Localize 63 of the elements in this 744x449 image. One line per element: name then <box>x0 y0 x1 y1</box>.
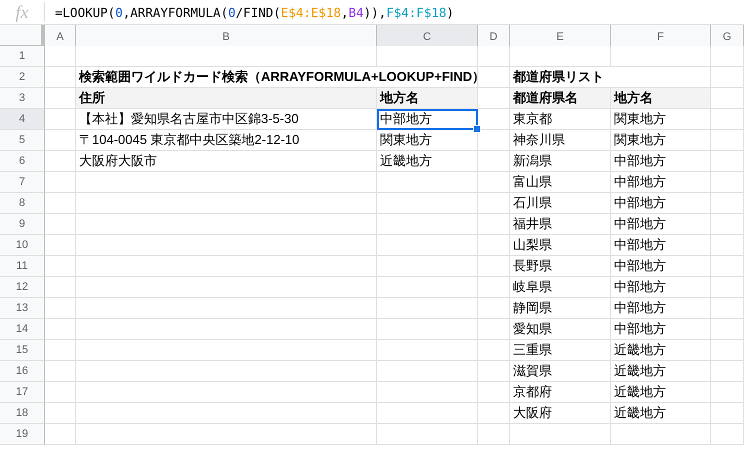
table-cell[interactable]: 中部地方 <box>611 151 711 172</box>
table-cell[interactable]: 近畿地方 <box>611 340 711 361</box>
fill-handle[interactable] <box>473 125 481 133</box>
row-header[interactable]: 2 <box>0 67 45 88</box>
header-cell[interactable]: 都道府県名 <box>510 88 611 109</box>
table-cell[interactable]: 中部地方 <box>611 319 711 340</box>
table-cell[interactable]: 新潟県 <box>510 151 611 172</box>
table-cell[interactable]: 関東地方 <box>611 130 711 151</box>
header-cell[interactable]: 住所 <box>76 88 377 109</box>
header-cell[interactable]: 地方名 <box>611 88 711 109</box>
table-cell[interactable]: 中部地方 <box>377 109 478 130</box>
table-cell[interactable]: 中部地方 <box>611 235 711 256</box>
formula-field[interactable]: =LOOKUP(0,ARRAYFORMULA(0/FIND(E$4:E$18,B4)),F$4:F$18) <box>55 4 454 20</box>
table-cell[interactable]: 中部地方 <box>611 172 711 193</box>
table-cell[interactable]: 大阪府 <box>510 403 611 424</box>
row-header[interactable]: 17 <box>0 382 45 403</box>
row-header[interactable]: 15 <box>0 340 45 361</box>
row-header[interactable]: 8 <box>0 193 45 214</box>
table-cell[interactable]: 中部地方 <box>611 298 711 319</box>
table-cell[interactable]: 富山県 <box>510 172 611 193</box>
row-header[interactable]: 14 <box>0 319 45 340</box>
table-cell[interactable]: 大阪府大阪市 <box>76 151 377 172</box>
table-title[interactable]: 都道府県リスト <box>510 67 711 88</box>
row-header[interactable]: 18 <box>0 403 45 424</box>
table-cell[interactable]: 近畿地方 <box>377 151 478 172</box>
table-cell[interactable]: 中部地方 <box>611 214 711 235</box>
table-cell[interactable]: 福井県 <box>510 214 611 235</box>
table-cell[interactable]: 近畿地方 <box>611 361 711 382</box>
table-cell[interactable]: 近畿地方 <box>611 403 711 424</box>
table-cell[interactable]: 滋賀県 <box>510 361 611 382</box>
table-cell[interactable]: 【本社】愛知県名古屋市中区錦3-5-30 <box>76 109 377 130</box>
table-cell[interactable]: 〒104-0045 東京都中央区築地2-12-10 <box>76 130 377 151</box>
table-cell[interactable]: 東京都 <box>510 109 611 130</box>
table-cell[interactable]: 石川県 <box>510 193 611 214</box>
table-cell[interactable]: 長野県 <box>510 256 611 277</box>
table-cell[interactable]: 岐阜県 <box>510 277 611 298</box>
table-title[interactable]: 検索範囲ワイルドカード検索（ARRAYFORMULA+LOOKUP+FIND） <box>76 67 478 88</box>
row-header[interactable]: 1 <box>0 46 45 67</box>
row-header[interactable]: 6 <box>0 151 45 172</box>
header-cell[interactable]: 地方名 <box>377 88 478 109</box>
table-cell[interactable]: 中部地方 <box>611 193 711 214</box>
table-cell[interactable]: 近畿地方 <box>611 382 711 403</box>
table-cell[interactable]: 神奈川県 <box>510 130 611 151</box>
table-cell[interactable]: 関東地方 <box>611 109 711 130</box>
table-cell[interactable]: 関東地方 <box>377 130 478 151</box>
row-header[interactable]: 10 <box>0 235 45 256</box>
table-cell[interactable]: 静岡県 <box>510 298 611 319</box>
table-cell[interactable]: 中部地方 <box>611 277 711 298</box>
row-header[interactable]: 16 <box>0 361 45 382</box>
row-header[interactable]: 7 <box>0 172 45 193</box>
table-cell[interactable]: 中部地方 <box>611 256 711 277</box>
row-header[interactable]: 4 <box>0 109 45 130</box>
row-header[interactable]: 3 <box>0 88 45 109</box>
table-cell[interactable]: 三重県 <box>510 340 611 361</box>
table-cell[interactable]: 京都府 <box>510 382 611 403</box>
table-cell[interactable]: 愛知県 <box>510 319 611 340</box>
row-header[interactable]: 9 <box>0 214 45 235</box>
row-header[interactable]: 5 <box>0 130 45 151</box>
row-header[interactable]: 11 <box>0 256 45 277</box>
row-header[interactable]: 13 <box>0 298 45 319</box>
table-cell[interactable]: 山梨県 <box>510 235 611 256</box>
row-header[interactable]: 19 <box>0 424 45 445</box>
row-header[interactable]: 12 <box>0 277 45 298</box>
